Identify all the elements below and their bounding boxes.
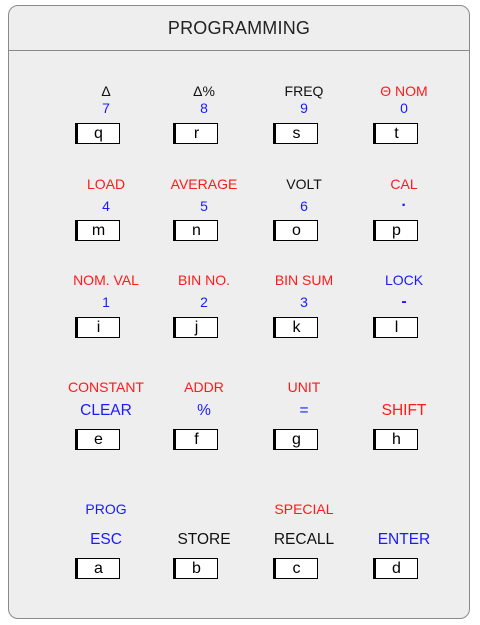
panel-title: PROGRAMMING xyxy=(9,6,469,51)
programming-panel: PROGRAMMING Δ 7 q Δ% 8 r FREQ 9 s Θ NOM 0 t LOAD 4 m AV… xyxy=(8,5,470,619)
key-g-button[interactable]: g xyxy=(273,429,318,450)
key-o-button[interactable]: o xyxy=(273,220,318,241)
key-t-button[interactable]: t xyxy=(373,123,418,144)
key-s-button[interactable]: s xyxy=(273,123,318,144)
key-e-button[interactable]: e xyxy=(75,429,120,450)
key-d-button[interactable]: d xyxy=(373,558,418,579)
primary-label-h: SHIFT xyxy=(381,402,427,419)
key-a-button[interactable]: a xyxy=(75,558,120,579)
key-k-button[interactable]: k xyxy=(273,317,318,338)
primary-label-p: · xyxy=(401,197,407,214)
key-q-button[interactable]: q xyxy=(75,123,120,144)
key-h-button[interactable]: h xyxy=(373,429,418,450)
primary-label-t: 0 xyxy=(400,100,408,116)
key-cell-p: CAL · p xyxy=(344,176,464,246)
key-n-button[interactable]: n xyxy=(173,220,218,241)
key-b-button[interactable]: b xyxy=(173,558,218,579)
key-i-button[interactable]: i xyxy=(75,317,120,338)
key-c-button[interactable]: c xyxy=(273,558,318,579)
secondary-label-p: CAL xyxy=(390,176,418,192)
key-p-button[interactable]: p xyxy=(373,220,418,241)
key-cell-l: LOCK - l xyxy=(344,272,464,342)
key-cell-h: SHIFT h xyxy=(344,379,464,450)
key-cell-d: ENTER d xyxy=(344,501,464,579)
key-f-button[interactable]: f xyxy=(173,429,218,450)
primary-label-d: ENTER xyxy=(377,531,431,548)
primary-label-l: - xyxy=(401,293,407,310)
key-l-button[interactable]: l xyxy=(373,317,418,338)
secondary-label-l: LOCK xyxy=(384,272,424,288)
secondary-label-t: Θ NOM xyxy=(380,83,428,99)
key-cell-t: Θ NOM 0 t xyxy=(344,83,464,153)
key-j-button[interactable]: j xyxy=(173,317,218,338)
key-m-button[interactable]: m xyxy=(75,220,120,241)
key-r-button[interactable]: r xyxy=(173,123,218,144)
